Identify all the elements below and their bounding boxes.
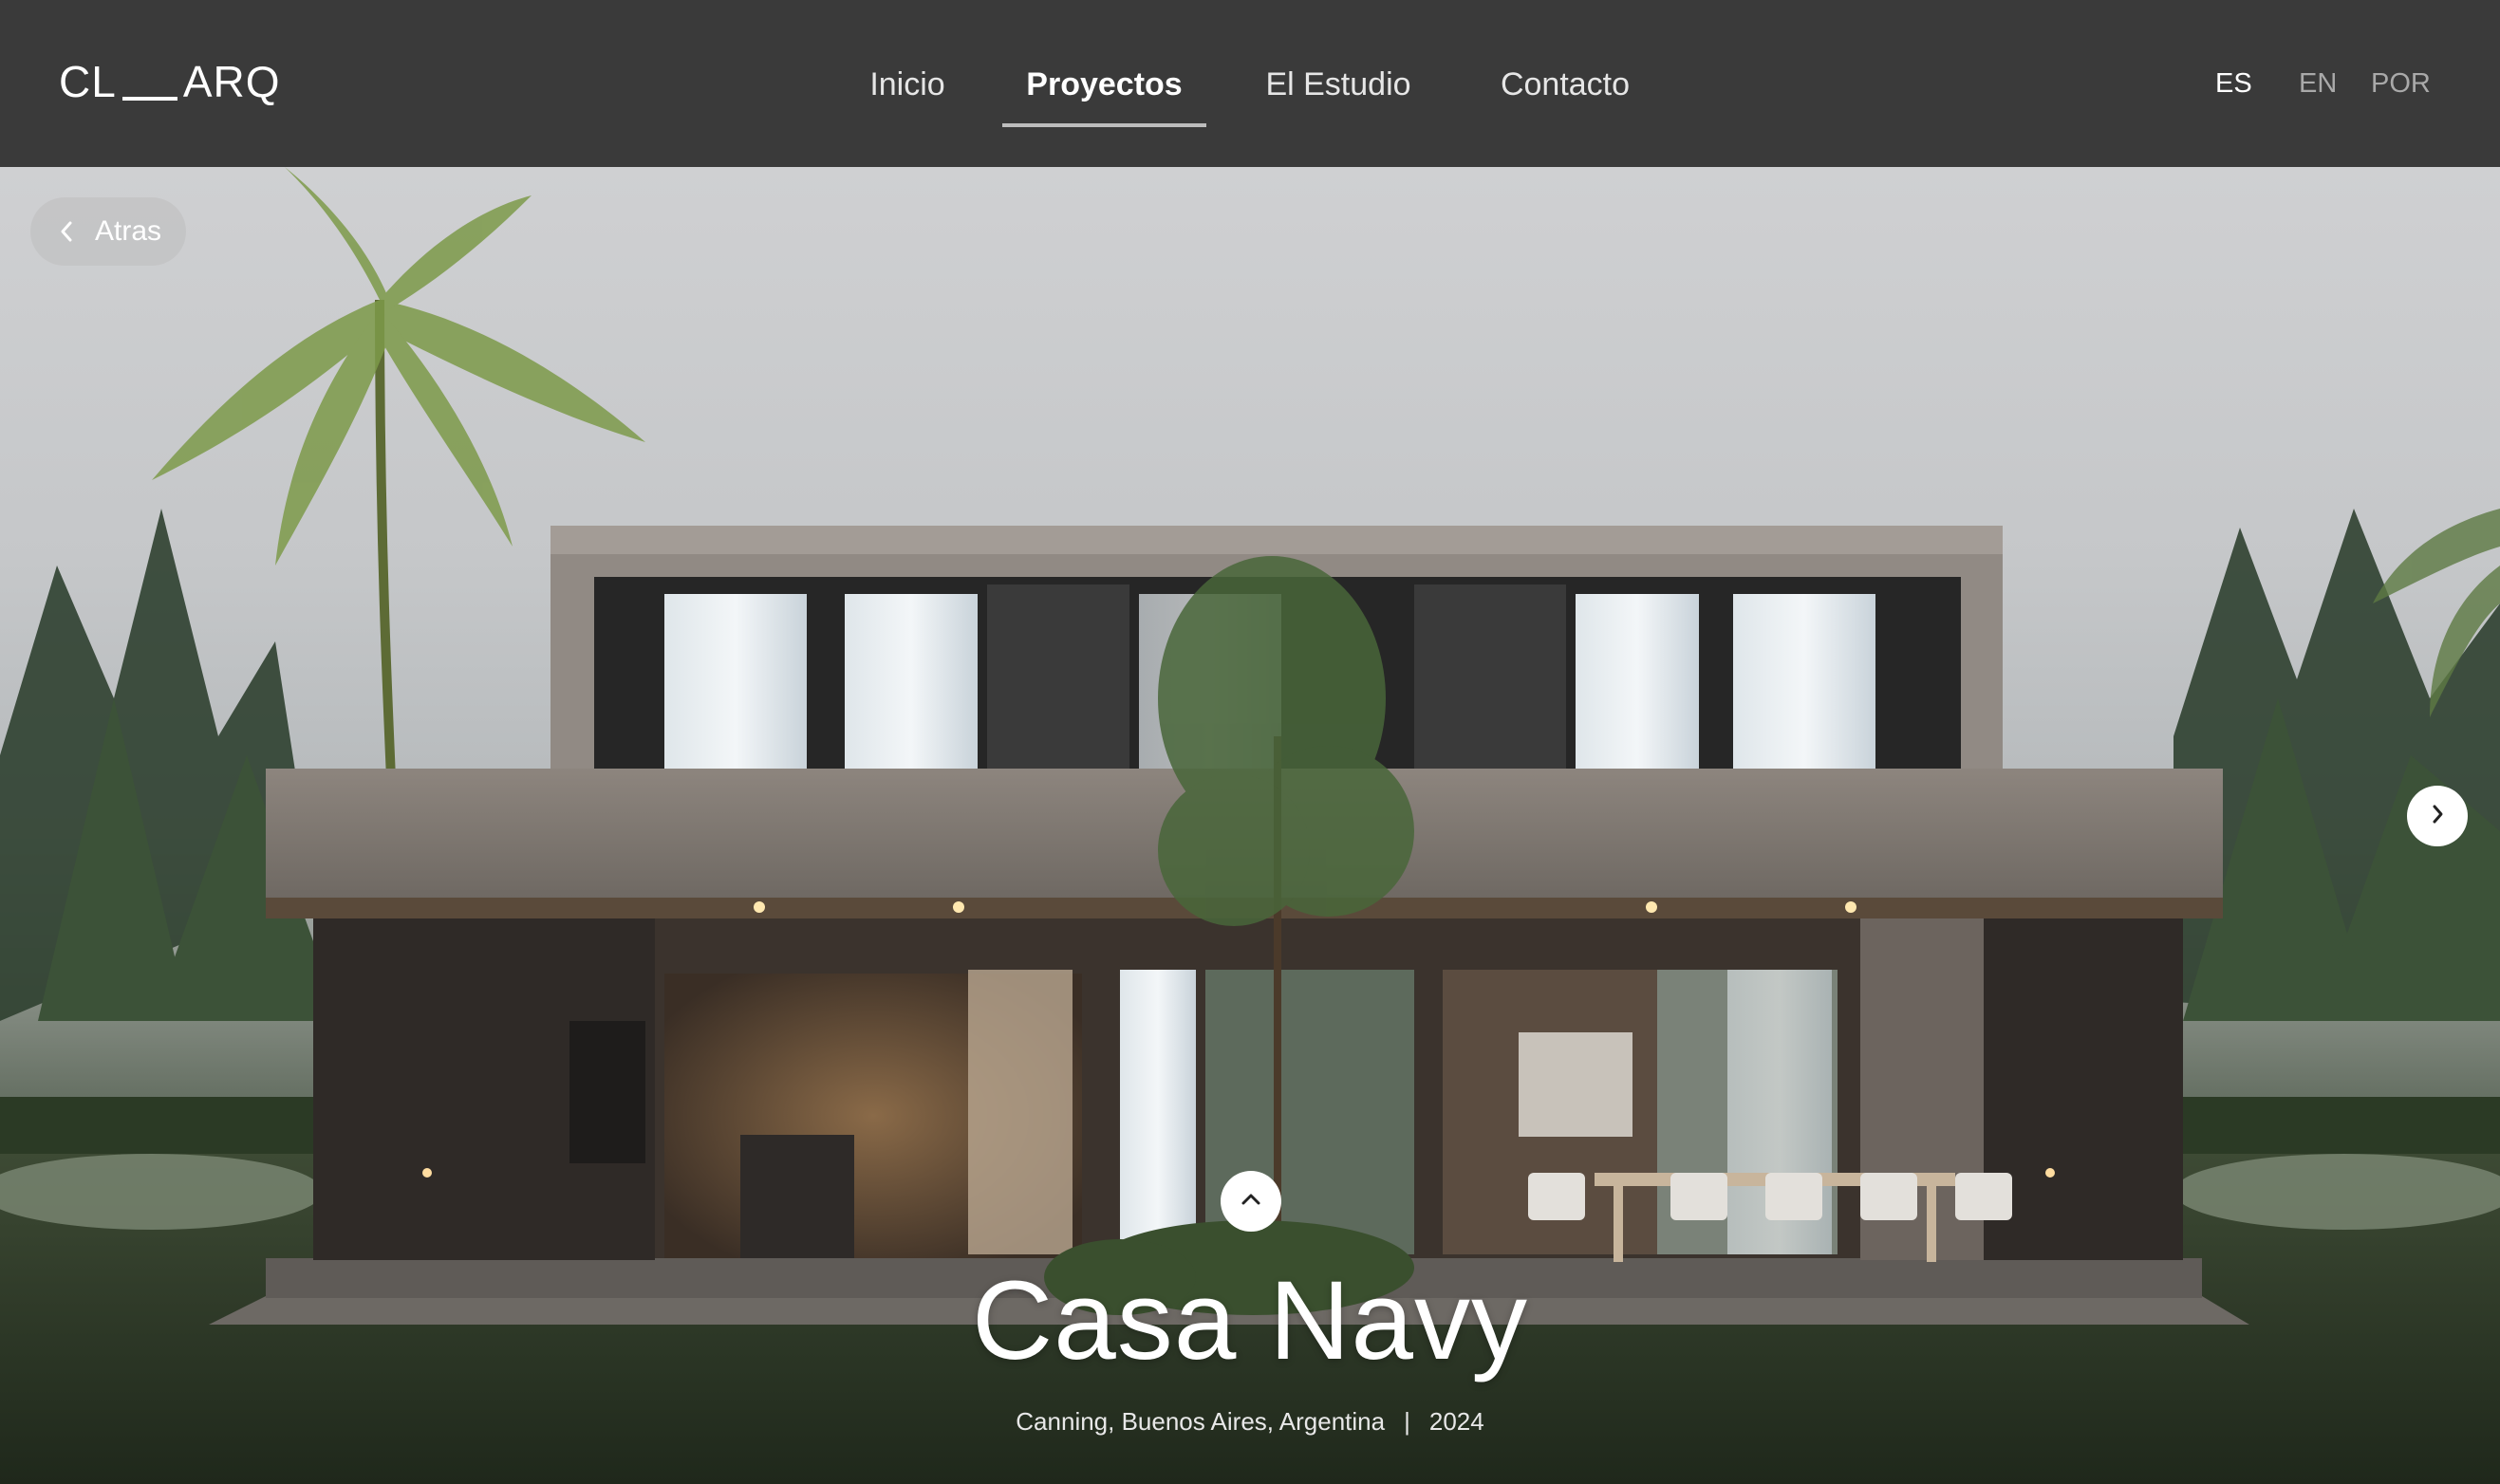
chevron-right-icon [2430, 804, 2445, 829]
meta-separator: | [1404, 1407, 1410, 1436]
lang-es[interactable]: ES [2215, 63, 2252, 104]
project-year: 2024 [1428, 1407, 1484, 1436]
next-slide-button[interactable] [2407, 786, 2468, 846]
nav-item-el-estudio[interactable]: El Estudio [1262, 61, 1414, 108]
lang-en[interactable]: EN [2299, 63, 2337, 104]
project-meta: Canning, Buenos Aires, Argentina | 2024 [0, 1402, 2500, 1440]
logo-text-right: ARQ [182, 57, 281, 106]
nav-active-indicator [1002, 123, 1206, 127]
scroll-up-button[interactable] [1221, 1171, 1281, 1232]
nav-item-inicio[interactable]: Inicio [841, 61, 974, 108]
chevron-left-icon [53, 218, 80, 245]
nav-item-proyectos[interactable]: Proyectos [1002, 61, 1206, 108]
back-button[interactable]: Atras [30, 197, 186, 266]
project-location: Canning, Buenos Aires, Argentina [1016, 1407, 1386, 1436]
chevron-up-icon [1241, 1192, 1261, 1212]
lang-por[interactable]: POR [2371, 63, 2431, 104]
logo-underscore [121, 97, 177, 101]
claq-logo[interactable]: CL ARQ [59, 53, 281, 110]
nav-item-contacto[interactable]: Contacto [1494, 61, 1636, 108]
top-navigation-bar: CL ARQ Inicio Proyectos El Estudio Contac… [0, 0, 2500, 167]
back-button-label: Atras [95, 215, 162, 247]
project-title: Casa Navy [971, 1258, 1529, 1383]
logo-text-left: CL [59, 57, 117, 106]
